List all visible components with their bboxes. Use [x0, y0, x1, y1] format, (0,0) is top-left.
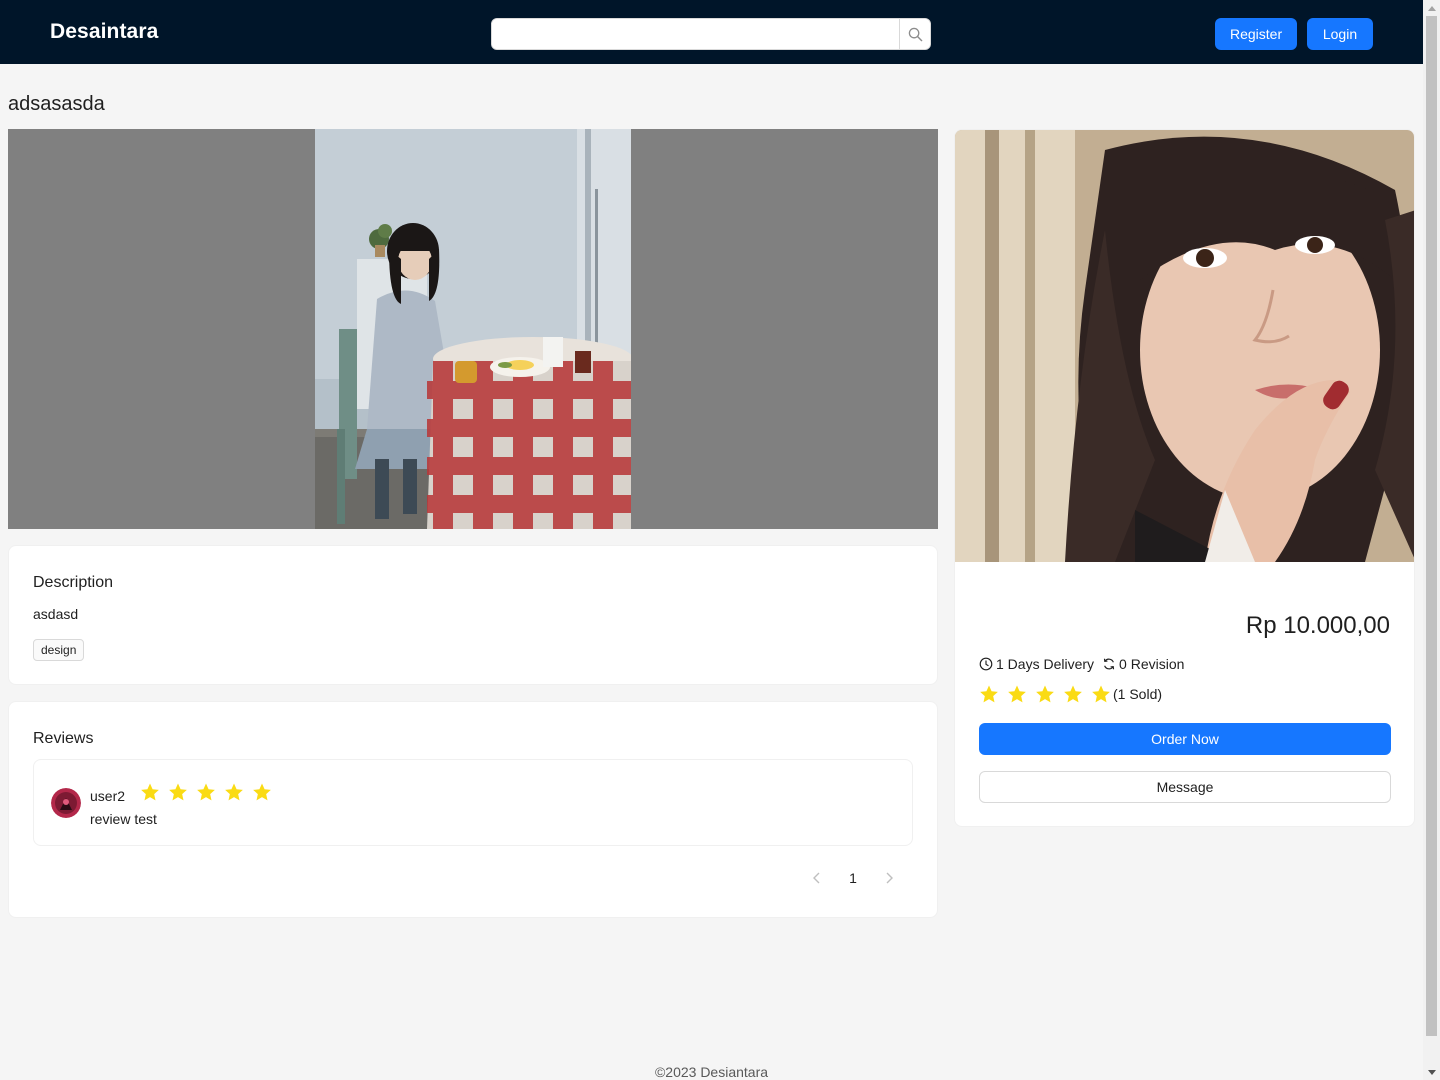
gig-title: adsasasda [8, 93, 105, 115]
scroll-down-arrow-icon[interactable] [1423, 1064, 1440, 1080]
pagination-next-button[interactable] [877, 864, 901, 892]
star-icon [980, 685, 998, 703]
description-text: asdasd [33, 606, 79, 622]
search-bar [491, 18, 931, 50]
sold-count: (1 Sold) [1113, 686, 1163, 702]
register-button[interactable]: Register [1215, 18, 1297, 50]
message-button[interactable]: Message [979, 771, 1391, 803]
seller-portrait-image [955, 130, 1414, 562]
star-icon [225, 783, 243, 801]
review-rating [140, 782, 272, 802]
tag-design[interactable]: design [33, 639, 85, 661]
revision-text: 0 Revision [1119, 656, 1185, 672]
page-scrollbar[interactable] [1423, 0, 1440, 1080]
gig-rating: (1 Sold) [979, 684, 1162, 704]
star-icon [1092, 685, 1110, 703]
star-icon [253, 783, 271, 801]
order-now-button[interactable]: Order Now [979, 723, 1391, 755]
reviews-pagination: 1 [805, 864, 901, 892]
chevron-left-icon [813, 872, 820, 884]
scroll-up-arrow-icon[interactable] [1423, 0, 1440, 16]
star-icon [1064, 685, 1082, 703]
gig-meta: 1 Days Delivery 0 Revision [979, 656, 1192, 672]
reviews-card: Reviews user2 review test 1 [8, 701, 938, 918]
search-icon [908, 27, 922, 41]
review-item: user2 review test [33, 759, 913, 846]
reviews-heading: Reviews [33, 730, 94, 747]
star-icon [141, 783, 159, 801]
star-icon [197, 783, 215, 801]
star-icon [1036, 685, 1054, 703]
review-text: review test [90, 811, 157, 827]
pagination-page-1[interactable]: 1 [837, 864, 869, 892]
login-button[interactable]: Login [1307, 18, 1373, 50]
search-button[interactable] [899, 19, 930, 49]
description-card: Description asdasd design [8, 545, 938, 685]
delivery-text: 1 Days Delivery [996, 656, 1095, 672]
description-heading: Description [33, 574, 114, 591]
sync-icon [1103, 658, 1115, 670]
review-username[interactable]: user2 [90, 788, 125, 804]
top-navbar: Desaintara Register Login [0, 0, 1423, 64]
pricing-card: Rp 10.000,00 1 Days Delivery 0 Revision … [954, 129, 1415, 827]
gig-main-image [315, 129, 631, 529]
brand-logo[interactable]: Desaintara [50, 20, 158, 44]
gig-image-gallery[interactable] [8, 129, 938, 529]
scrollbar-thumb[interactable] [1426, 16, 1437, 1036]
pagination-prev-button[interactable] [805, 864, 829, 892]
clock-icon [979, 657, 993, 671]
search-input[interactable] [492, 19, 899, 49]
delivery-info: 1 Days Delivery [979, 656, 1094, 672]
star-icon [169, 783, 187, 801]
footer-copyright: ©2023 Desiantara [654, 1064, 769, 1080]
avatar[interactable] [51, 788, 81, 818]
star-icon [1008, 685, 1026, 703]
revision-info: 0 Revision [1102, 656, 1184, 672]
chevron-right-icon [886, 872, 893, 884]
price-label: Rp 10.000,00 [1245, 612, 1390, 639]
